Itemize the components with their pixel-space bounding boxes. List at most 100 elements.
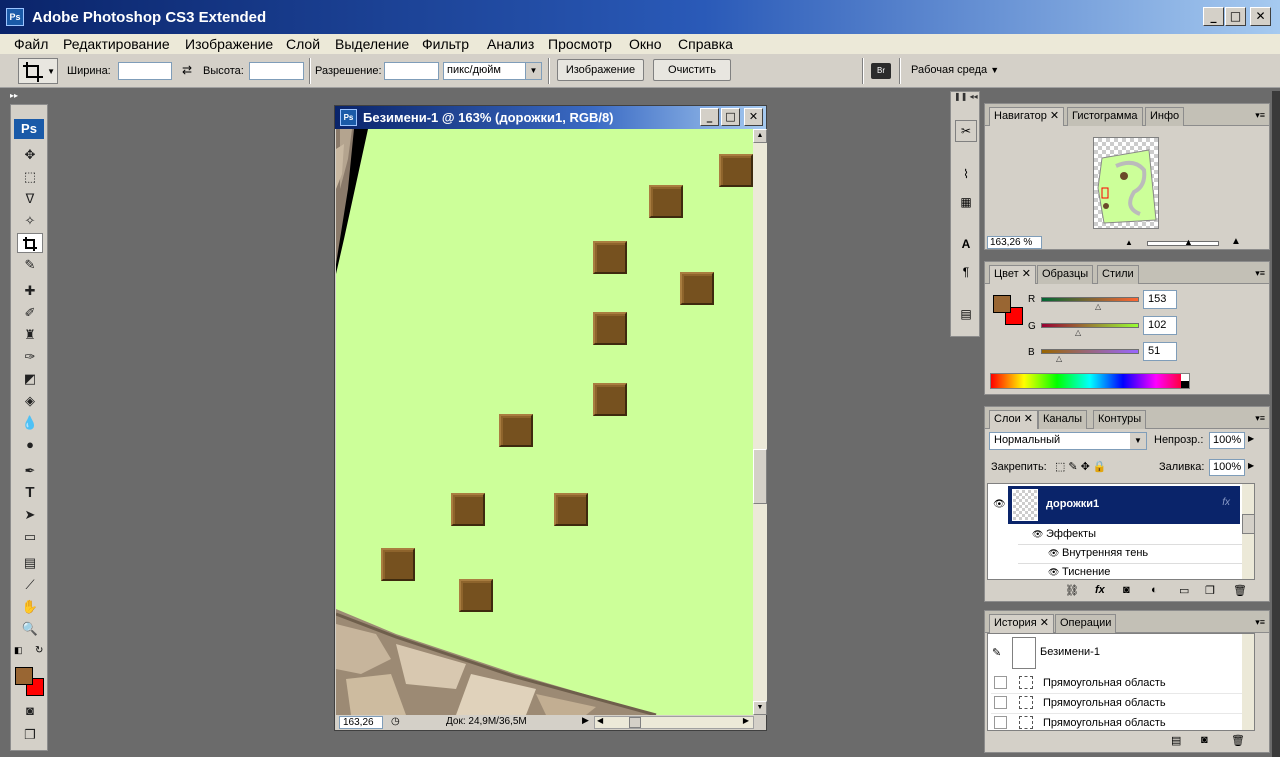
layer-comps-icon[interactable]: ▤ (955, 304, 977, 326)
history-source-box[interactable] (994, 676, 1007, 689)
black-swatch[interactable] (1181, 381, 1189, 388)
height-input[interactable] (249, 62, 304, 80)
menu-filter[interactable]: Фильтр (417, 34, 474, 54)
resolution-input[interactable] (384, 62, 439, 80)
vertical-scrollbar[interactable]: ▲ ▼ (753, 129, 767, 715)
eye-icon[interactable]: 👁 (1048, 567, 1059, 578)
eyedropper-tool[interactable]: ⟋ (17, 575, 43, 595)
slice-tool[interactable]: ✎ (17, 255, 43, 275)
tab-layers[interactable]: Слои ✕ (989, 410, 1039, 429)
blue-slider-thumb[interactable]: △ (1056, 354, 1062, 363)
eraser-tool[interactable]: ◩ (17, 369, 43, 389)
brush-tool[interactable]: ✐ (17, 303, 43, 323)
navigator-zoom-field[interactable]: 163,26 % (987, 236, 1042, 249)
doc-close-button[interactable]: ✕ (744, 108, 763, 126)
panel-menu-icon[interactable]: ▾≡ (1255, 617, 1265, 628)
zoom-tool[interactable]: 🔍 (17, 619, 43, 639)
resolution-units-select[interactable]: пикс/дюйм ▼ (443, 62, 542, 80)
minimize-button[interactable]: _ (1203, 7, 1224, 26)
zoom-out-icon[interactable]: ▲ (1125, 238, 1133, 247)
screen-mode-icon[interactable]: ❐ (17, 725, 43, 745)
zoom-slider-thumb[interactable]: ▲ (1184, 237, 1193, 247)
crop-tool[interactable] (17, 233, 43, 253)
scroll-thumb[interactable] (753, 449, 767, 504)
rectangle-shape-tool[interactable]: ▭ (17, 527, 43, 547)
fill-input[interactable]: 100% (1209, 459, 1245, 476)
scroll-down-arrow-icon[interactable]: ▼ (753, 701, 767, 715)
menu-edit[interactable]: Редактирование (58, 34, 175, 54)
red-value-input[interactable]: 153 (1143, 290, 1177, 309)
scroll-up-arrow-icon[interactable]: ▲ (753, 129, 767, 143)
eye-icon[interactable]: 👁 (993, 499, 1006, 510)
white-swatch[interactable] (1181, 374, 1189, 381)
menu-image[interactable]: Изображение (180, 34, 278, 54)
tab-color[interactable]: Цвет ✕ (989, 265, 1036, 284)
maximize-button[interactable]: □ (1225, 7, 1246, 26)
hscroll-thumb[interactable] (629, 717, 641, 728)
clone-source-icon[interactable]: ▦ (955, 192, 977, 214)
rectangular-marquee-tool[interactable]: ⬚ (17, 167, 43, 187)
foreground-color-swatch[interactable] (15, 667, 33, 685)
move-tool[interactable]: ✥ (17, 145, 43, 165)
tab-navigator[interactable]: Навигатор ✕ (989, 107, 1065, 126)
menu-window[interactable]: Окно (624, 34, 667, 54)
bridge-icon[interactable]: Br (871, 63, 891, 79)
status-menu-arrow-icon[interactable]: ▶ (582, 715, 589, 726)
navigator-zoom-slider[interactable] (1147, 241, 1219, 246)
status-info-icon[interactable]: ◷ (391, 716, 400, 727)
brushes-icon[interactable]: ⌇ (955, 164, 977, 186)
front-image-button[interactable]: Изображение (557, 59, 644, 81)
menu-select[interactable]: Выделение (330, 34, 414, 54)
history-state-row[interactable]: Прямоугольная область (991, 674, 1253, 694)
hand-tool[interactable]: ✋ (17, 597, 43, 617)
navigator-thumbnail[interactable] (1093, 137, 1159, 229)
tab-actions[interactable]: Операции (1055, 614, 1117, 633)
crop-tool-preset-picker[interactable]: ▼ (18, 58, 58, 84)
opacity-input[interactable]: 100% (1209, 432, 1245, 449)
red-slider-thumb[interactable]: △ (1095, 302, 1101, 311)
width-input[interactable] (118, 62, 172, 80)
tab-history[interactable]: История ✕ (989, 614, 1054, 633)
history-brush-tool[interactable]: ✑ (17, 347, 43, 367)
doc-minimize-button[interactable]: _ (700, 108, 719, 126)
layer-row-selected[interactable]: дорожки1 fx (1008, 486, 1240, 524)
lock-icons[interactable]: ⬚✎✥🔒 (1055, 460, 1110, 473)
history-brush-source-icon[interactable]: ✎ (992, 646, 1001, 659)
add-style-fx-icon[interactable]: fx (1095, 584, 1105, 596)
menu-file[interactable]: Файл (9, 34, 53, 54)
tab-paths[interactable]: Контуры (1093, 410, 1147, 429)
green-slider[interactable] (1041, 323, 1139, 328)
character-icon[interactable]: A (955, 234, 977, 256)
history-source-box[interactable] (994, 696, 1007, 709)
new-document-from-state-icon[interactable]: ▤ (1171, 734, 1181, 747)
foreground-color-swatch[interactable] (993, 295, 1011, 313)
layer-fx-icon[interactable]: fx (1222, 497, 1230, 508)
menu-help[interactable]: Справка (673, 34, 738, 54)
layers-scrollbar[interactable] (1242, 484, 1254, 579)
zoom-field[interactable]: 163,26 % (339, 716, 383, 729)
clear-button[interactable]: Очистить (653, 59, 731, 81)
paragraph-icon[interactable]: ¶ (955, 262, 977, 284)
tool-presets-icon[interactable]: ✂ (955, 120, 977, 142)
close-button[interactable]: ✕ (1250, 7, 1271, 26)
eye-icon[interactable]: 👁 (1048, 548, 1059, 559)
type-tool[interactable]: T (17, 483, 43, 503)
fill-arrow-icon[interactable]: ▶ (1248, 461, 1254, 470)
tab-channels[interactable]: Каналы (1038, 410, 1088, 429)
scroll-left-arrow-icon[interactable]: ◀ (597, 716, 603, 725)
blue-value-input[interactable]: 51 (1143, 342, 1177, 361)
notes-tool[interactable]: ▤ (17, 553, 43, 573)
default-colors-icon[interactable]: ◧ (14, 645, 23, 656)
blur-tool[interactable]: 💧 (17, 413, 43, 433)
workspace-menu[interactable]: Рабочая среда ▼ (911, 64, 999, 76)
zoom-in-icon[interactable]: ▲ (1231, 236, 1241, 247)
panel-menu-icon[interactable]: ▾≡ (1255, 413, 1265, 424)
tab-info[interactable]: Инфо (1145, 107, 1185, 126)
new-group-icon[interactable]: ▭ (1179, 584, 1189, 597)
effect-bevel-emboss[interactable]: Тиснение (1062, 566, 1110, 578)
new-snapshot-icon[interactable]: ◙ (1201, 734, 1208, 746)
doc-maximize-button[interactable]: □ (721, 108, 740, 126)
red-slider[interactable] (1041, 297, 1139, 302)
quick-mask-icon[interactable]: ◙ (17, 701, 43, 721)
panel-menu-icon[interactable]: ▾≡ (1255, 268, 1265, 279)
